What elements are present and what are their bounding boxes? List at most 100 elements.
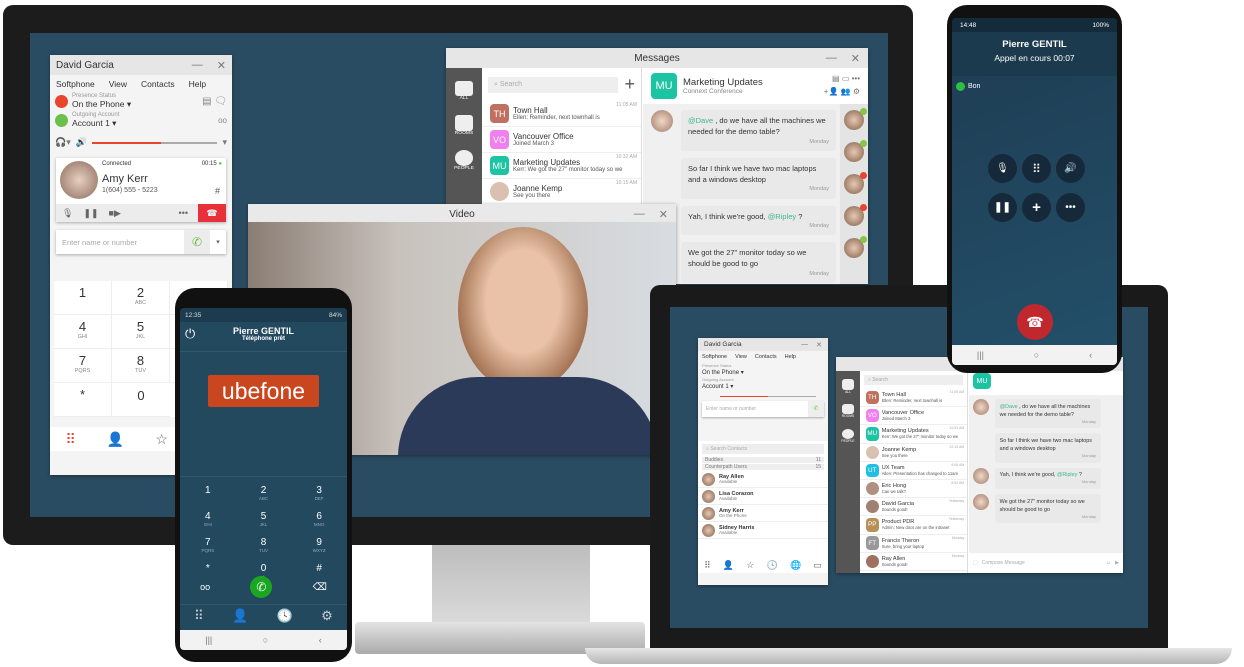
more-icon[interactable]: ••• [179,208,188,218]
dial-input[interactable]: Enter name or number [702,406,808,412]
contact-item[interactable]: Sidney Harris Available [698,522,828,539]
video-icon[interactable]: ■▶ [109,208,121,219]
menu-item[interactable]: View [735,354,747,360]
voicemail-icon[interactable]: oo [218,116,227,125]
nav-rooms[interactable]: ROOMS [836,396,860,421]
menu-item[interactable]: Contacts [755,354,777,360]
dialpad-key[interactable]: 8 TUV [236,537,292,555]
account-selector[interactable]: Outgoing Account Account 1 ▾ oo [50,110,232,131]
headset-icon[interactable]: 🎧▾ [55,137,71,148]
volume-slider[interactable] [720,395,816,397]
participant-avatar[interactable] [844,204,867,226]
minimize-button[interactable]: — [826,52,837,65]
nav-people[interactable]: PEOPLE [446,138,482,173]
search-input[interactable]: ⌕ Search [864,375,963,385]
settings-icon[interactable]: ⚙ [321,608,333,624]
conversation-item[interactable]: TH Town Hall Ellen: Reminder, next townhal… [482,101,641,127]
participant-avatar[interactable] [844,108,867,130]
mute-icon[interactable]: 🎙 [62,208,73,219]
conversation-item[interactable]: FT Francis Theron Sure, bring your laptop M… [860,535,967,553]
presence-selector[interactable]: Presence Status On the Phone ▾ ▤ 🗨 [50,93,232,110]
nav-rooms[interactable]: ROOMS [446,103,482,138]
contact-group[interactable]: Counterpath Users 15 [702,464,824,470]
participant-avatar[interactable] [844,172,867,194]
screen-share-icon[interactable]: ▭ [813,560,822,571]
contact-item[interactable]: Lisa Corazon Available [698,488,828,505]
contacts-tab-icon[interactable]: 👤 [232,608,248,624]
dialpad-key[interactable]: 8 TUV [112,349,170,383]
conversation-item[interactable]: MU Marketing Updates Kerr: We got the 27" … [482,153,641,179]
add-call-button[interactable]: + [1022,193,1051,222]
dialpad-tab-icon[interactable]: ⠿ [194,608,204,624]
back-icon[interactable]: ‹ [1089,350,1092,360]
voicemail-icon[interactable]: oo [200,582,210,592]
call-button[interactable]: ✆ [808,400,824,417]
menu-item[interactable]: Help [785,354,796,360]
minimize-button[interactable]: — [634,208,645,221]
dialpad-key[interactable]: 4 GHI [54,315,112,349]
hangup-button[interactable]: ☎ [198,204,226,222]
conversation-item[interactable]: VO Vancouver Office Joined March 3 [482,127,641,153]
account-selector[interactable]: Account 1 [702,384,729,390]
home-icon[interactable]: ○ [263,635,268,645]
dialpad-key[interactable]: 1 [54,281,112,315]
dialpad-key[interactable]: 2 ABC [112,281,170,315]
menu-item[interactable]: View [109,79,127,89]
menu-item[interactable]: Softphone [56,79,95,89]
hold-button[interactable]: ❚❚ [988,193,1017,222]
compose-input[interactable]: Compose Message [982,560,1102,566]
emoji-icon[interactable]: ☺ [1106,560,1111,566]
dialpad-key[interactable]: 7 PQRS [54,349,112,383]
contact-item[interactable]: Ray Allen Available [698,471,828,488]
contact-card-icon[interactable]: ▤ 🗨 [202,96,227,107]
participant-avatar[interactable] [844,236,867,258]
nav-all[interactable]: ALL [836,371,860,396]
search-contacts-input[interactable]: ⌕ Search Contacts [702,444,824,454]
back-icon[interactable]: ‹ [319,635,322,645]
dialpad-tab-icon[interactable]: ⠿ [66,431,76,448]
power-icon[interactable]: ⏻ [185,326,195,342]
dialpad-key[interactable]: 4 GHI [180,511,236,529]
search-input[interactable]: ⌕ Search [488,76,619,93]
conversation-item[interactable]: UT UX Team Allen: Presentation has changed… [860,462,967,480]
favorites-tab-icon[interactable]: ☆ [155,431,168,448]
close-button[interactable]: ✕ [217,59,226,72]
dtmf-button[interactable]: # [215,186,220,196]
dialpad-key[interactable]: 9WXYZ [291,537,347,555]
conversation-item[interactable]: David Garcia Sounds good! Yesterday [860,498,967,517]
home-icon[interactable]: ○ [1034,350,1039,360]
speaker-button[interactable]: 🔊 [1056,154,1085,183]
conversation-item[interactable]: MU Marketing Updates Kerr: We got the 27" … [860,425,967,444]
menu-item[interactable]: Contacts [141,79,175,89]
dial-input[interactable]: Enter name or number [56,238,184,247]
conversation-item[interactable]: Ray Allen Sounds good! Monday [860,553,967,571]
attach-icon[interactable]: ⬚ [973,560,978,566]
favorites-tab-icon[interactable]: ☆ [746,560,754,571]
call-options-dropdown[interactable]: ▾ [210,238,226,246]
menu-item[interactable]: Softphone [702,354,727,360]
conversation-item[interactable]: PP Product PDR Admin: New docs are on the … [860,516,967,535]
hold-icon[interactable]: ❚❚ [83,208,98,219]
hangup-button[interactable]: ☎ [1017,304,1053,340]
dialpad-key[interactable]: 5 JKL [236,511,292,529]
send-icon[interactable]: ▶ [1115,560,1119,566]
nav-all[interactable]: ALL [446,68,482,103]
conversation-item[interactable]: VO Vancouver Office Joined March 3 [860,407,967,426]
call-button[interactable]: ✆ [250,576,273,598]
participant-avatar[interactable] [844,140,867,162]
dialpad-tab-icon[interactable]: ⠿ [704,560,711,571]
dialpad-key[interactable]: 6MNO [291,511,347,529]
recents-icon[interactable]: ||| [205,635,212,645]
dialpad-key[interactable]: 0 [112,383,170,417]
conversation-item[interactable]: Eric Hong Can we talk? 8:52 AM [860,480,967,499]
more-button[interactable]: ••• [1056,193,1085,222]
history-tab-icon[interactable]: 🕓 [767,560,778,571]
contact-group[interactable]: Buddies 11 [702,457,824,463]
recents-icon[interactable]: ||| [977,350,984,360]
presence-selector[interactable]: On the Phone [702,370,739,376]
contact-item[interactable]: Amy Kerr On the Phone [698,505,828,522]
dialpad-key[interactable]: 1 [180,485,236,503]
new-conversation-icon[interactable]: + [624,74,635,95]
conversation-item[interactable]: Joanne Kemp See you there 10:15 AM [482,179,641,205]
dialpad-key[interactable]: 2 ABC [236,485,292,503]
